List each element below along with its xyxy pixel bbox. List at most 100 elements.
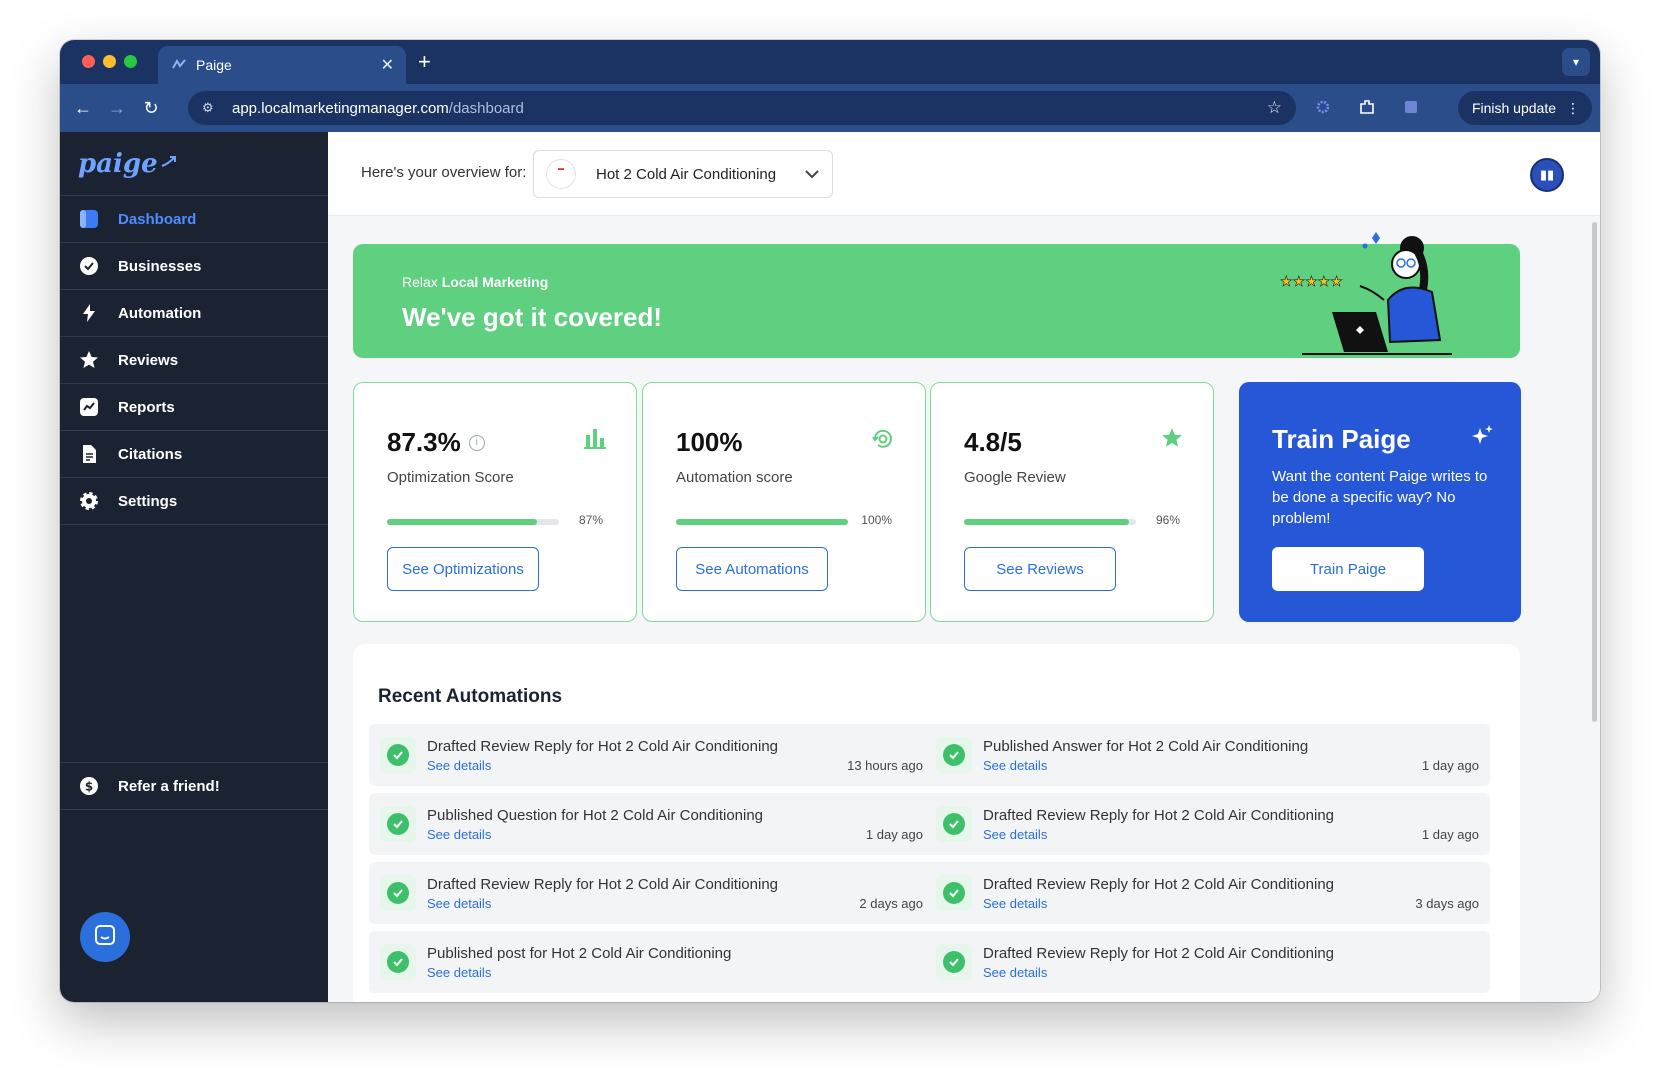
bar-chart-icon <box>584 427 606 454</box>
see-optimizations-button[interactable]: See Optimizations <box>387 547 539 591</box>
sidebar-item-label: Reviews <box>118 351 179 369</box>
see-details-link[interactable]: See details <box>427 965 491 980</box>
chat-launcher-button[interactable] <box>80 912 130 962</box>
refer-section: $ Refer a friend! <box>60 762 328 810</box>
tab-search-button[interactable]: ▾ <box>1562 48 1590 76</box>
document-icon <box>78 443 100 465</box>
sidebar-item-dashboard[interactable]: Dashboard <box>60 196 328 243</box>
business-select[interactable]: ▬ Hot 2 Cold Air Conditioning <box>533 150 833 198</box>
check-circle-icon <box>387 951 409 973</box>
forward-icon[interactable]: → <box>100 98 134 119</box>
woman-laptop-illustration: ★★★★★ <box>1272 230 1462 363</box>
progress-percent: 96% <box>1155 513 1180 527</box>
refresh-gear-icon <box>871 427 895 456</box>
extension-gear-icon[interactable] <box>1312 96 1334 118</box>
maximize-window-button[interactable] <box>124 55 137 68</box>
dashboard-icon <box>78 208 100 230</box>
check-circle-icon <box>943 744 965 766</box>
finish-update-label: Finish update <box>1471 100 1556 116</box>
optimization-score-value: 87.3% <box>387 427 461 457</box>
browser-tab[interactable]: Paige ✕ <box>158 46 406 84</box>
recent-automations: Recent Automations Drafted Review Reply … <box>353 644 1520 1002</box>
app: paige Dashboard Businesses Automation Re… <box>60 132 1600 1002</box>
see-reviews-button[interactable]: See Reviews <box>964 547 1116 591</box>
train-paige-button[interactable]: Train Paige <box>1272 547 1424 591</box>
see-details-link[interactable]: See details <box>983 827 1047 842</box>
list-item: Drafted Review Reply for Hot 2 Cold Air … <box>369 724 934 786</box>
progress-fill <box>676 519 848 525</box>
see-details-link[interactable]: See details <box>427 758 491 773</box>
scrollbar[interactable] <box>1592 222 1597 722</box>
check-circle-icon <box>943 882 965 904</box>
banner-sub-bold: Local Marketing <box>441 274 549 290</box>
card-label: Automation score <box>676 469 793 486</box>
reload-icon[interactable]: ↻ <box>134 98 168 119</box>
more-menu-icon: ⋮ <box>1566 99 1580 116</box>
progress-bar <box>387 519 559 525</box>
logo-area: paige <box>60 132 328 196</box>
optimization-score-card: 87.3% i Optimization Score 87% See Optim… <box>353 382 637 622</box>
automation-time: 13 hours ago <box>847 758 923 773</box>
see-details-link[interactable]: See details <box>427 827 491 842</box>
new-tab-button[interactable]: + <box>418 49 431 75</box>
sidebar-item-reviews[interactable]: Reviews <box>60 337 328 384</box>
back-icon[interactable]: ← <box>66 98 100 119</box>
star-icon <box>1161 427 1183 454</box>
minimize-window-button[interactable] <box>103 55 116 68</box>
card-label: Optimization Score <box>387 469 514 486</box>
business-logo: ▬ <box>546 159 576 189</box>
finish-update-button[interactable]: Finish update ⋮ <box>1457 91 1592 125</box>
banner-subtitle: Relax Local Marketing <box>402 274 548 290</box>
chat-icon <box>94 924 116 951</box>
see-details-link[interactable]: See details <box>983 758 1047 773</box>
see-automations-button[interactable]: See Automations <box>676 547 828 591</box>
site-settings-icon[interactable]: ⚙ <box>202 100 220 116</box>
sidebar-item-citations[interactable]: Citations <box>60 431 328 478</box>
money-icon: $ <box>78 775 100 797</box>
toolbar: ← → ↻ ⚙ app.localmarketingmanager.com/da… <box>60 84 1600 132</box>
list-item: Drafted Review Reply for Hot 2 Cold Air … <box>369 862 934 924</box>
see-details-link[interactable]: See details <box>983 896 1047 911</box>
list-item: Published Question for Hot 2 Cold Air Co… <box>369 793 934 855</box>
info-icon[interactable]: i <box>468 434 485 451</box>
sidebar-item-automation[interactable]: Automation <box>60 290 328 337</box>
sidebar: paige Dashboard Businesses Automation Re… <box>60 132 328 1002</box>
url-host: app.localmarketingmanager.com <box>232 99 449 117</box>
check-circle-icon <box>943 951 965 973</box>
refer-a-friend-link[interactable]: $ Refer a friend! <box>60 763 328 810</box>
avatar[interactable]: ▮▮ <box>1530 158 1564 192</box>
list-item: Drafted Review Reply for Hot 2 Cold Air … <box>925 793 1490 855</box>
see-details-link[interactable]: See details <box>427 896 491 911</box>
profile-extension-icon[interactable] <box>1400 96 1422 118</box>
sidebar-item-label: Businesses <box>118 257 202 275</box>
see-details-link[interactable]: See details <box>983 965 1047 980</box>
svg-text:★★★★★: ★★★★★ <box>1280 274 1343 290</box>
url-path: /dashboard <box>448 99 524 117</box>
check-circle-icon <box>387 744 409 766</box>
check-circle-icon <box>943 813 965 835</box>
automation-time: 1 day ago <box>1421 827 1479 842</box>
bolt-icon <box>78 302 100 324</box>
automation-time: 1 day ago <box>1421 758 1479 773</box>
progress-bar <box>676 519 848 525</box>
automation-title: Drafted Review Reply for Hot 2 Cold Air … <box>983 807 1334 824</box>
card-label: Google Review <box>964 469 1066 486</box>
google-review-value: 4.8/5 <box>964 427 1022 457</box>
list-item: Published Answer for Hot 2 Cold Air Cond… <box>925 724 1490 786</box>
check-badge <box>936 875 972 911</box>
automation-title: Published Answer for Hot 2 Cold Air Cond… <box>983 738 1309 755</box>
tab-close-icon[interactable]: ✕ <box>381 55 394 75</box>
paige-logo[interactable]: paige <box>78 149 158 179</box>
sidebar-item-businesses[interactable]: Businesses <box>60 243 328 290</box>
bookmark-star-icon[interactable]: ☆ <box>1267 98 1282 118</box>
check-badge <box>380 875 416 911</box>
banner-title: We've got it covered! <box>402 302 662 332</box>
sidebar-item-label: Citations <box>118 445 183 463</box>
check-circle-icon <box>387 882 409 904</box>
sidebar-item-reports[interactable]: Reports <box>60 384 328 431</box>
sidebar-item-settings[interactable]: Settings <box>60 478 328 525</box>
extensions-puzzle-icon[interactable] <box>1356 96 1378 118</box>
close-window-button[interactable] <box>82 55 95 68</box>
list-item: Drafted Review Reply for Hot 2 Cold Air … <box>925 862 1490 924</box>
address-bar[interactable]: ⚙ app.localmarketingmanager.com/dashboar… <box>188 91 1296 125</box>
